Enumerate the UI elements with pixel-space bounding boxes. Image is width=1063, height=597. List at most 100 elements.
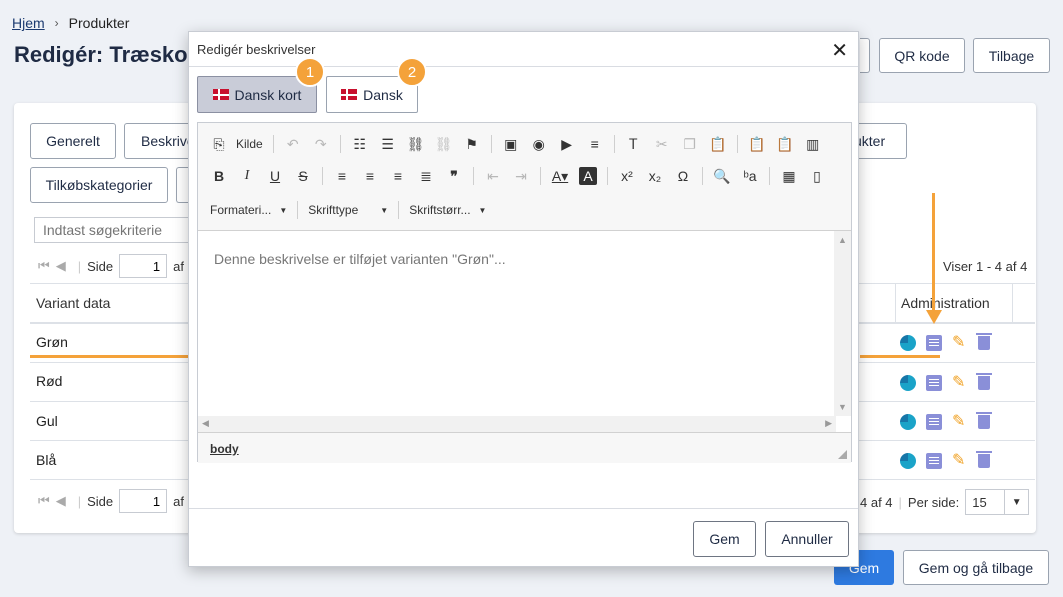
table-row-name: Gul [36, 413, 58, 429]
unlink-icon[interactable]: ⛓ [435, 135, 453, 153]
table-icon[interactable]: ▦ [780, 167, 798, 185]
cut-icon[interactable]: ✂ [653, 135, 671, 153]
lang-tab-label: Dansk [363, 86, 403, 103]
templates-icon[interactable]: ▥ [804, 135, 822, 153]
background-color-icon[interactable]: A [579, 167, 597, 185]
bulleted-list-icon[interactable]: ☰ [379, 135, 397, 153]
justify-icon[interactable]: ≣ [417, 167, 435, 185]
stats-icon[interactable] [900, 453, 916, 469]
per-page-select[interactable]: 15 ▼ [965, 489, 1030, 515]
bottom-pager: ⏮ ◀ | Side af [38, 489, 184, 513]
superscript-icon[interactable]: x² [618, 167, 636, 185]
search-input[interactable] [34, 217, 194, 243]
horizontal-rule-icon[interactable]: ≡ [586, 135, 604, 153]
link-icon[interactable]: ⛓ [407, 135, 425, 153]
tab-hidden[interactable] [176, 167, 188, 203]
stats-icon[interactable] [900, 414, 916, 430]
editor-horizontal-scrollbar[interactable]: ◀ ▶ [198, 416, 836, 432]
scroll-right-icon[interactable]: ▶ [825, 418, 832, 429]
breadcrumb-current: Produkter [68, 15, 130, 31]
prev-page-icon[interactable]: ◀ [56, 258, 66, 274]
descriptions-icon[interactable] [926, 414, 942, 430]
youtube-icon[interactable]: ▶ [558, 135, 576, 153]
modal-save-button[interactable]: Gem [693, 521, 756, 557]
row-actions: ✎ [900, 451, 992, 469]
scroll-down-icon[interactable]: ▼ [834, 402, 851, 412]
scroll-up-icon[interactable]: ▲ [834, 235, 851, 245]
text-color-icon[interactable]: A▾ [551, 167, 569, 185]
descriptions-icon[interactable] [926, 375, 942, 391]
edit-pencil-icon[interactable]: ✎ [952, 375, 968, 391]
edit-pencil-icon[interactable]: ✎ [952, 453, 968, 469]
copy-icon[interactable]: ❐ [681, 135, 699, 153]
hidden-header-button[interactable] [860, 38, 870, 73]
align-right-icon[interactable]: ≡ [389, 167, 407, 185]
stats-icon[interactable] [900, 335, 916, 351]
first-page-icon[interactable]: ⏮ [38, 493, 50, 509]
qr-code-button[interactable]: QR kode [879, 38, 965, 73]
bottom-pager-right: 4 af 4 | Per side: 15 ▼ [860, 489, 1030, 515]
modal-cancel-button[interactable]: Annuller [765, 521, 849, 557]
flash-icon[interactable]: ◉ [530, 135, 548, 153]
source-button[interactable]: ⎘ Kilde [210, 135, 262, 153]
tab-general[interactable]: Generelt [30, 123, 116, 159]
image-icon[interactable]: ▣ [502, 135, 520, 153]
page-break-icon[interactable]: ▯ [808, 167, 826, 185]
align-center-icon[interactable]: ≡ [361, 167, 379, 185]
pager-of-label: af [173, 493, 184, 509]
subscript-icon[interactable]: x₂ [646, 167, 664, 185]
delete-trash-icon[interactable] [976, 333, 992, 350]
bottom-count: 4 af 4 [860, 494, 893, 510]
edit-pencil-icon[interactable]: ✎ [952, 414, 968, 430]
col-header-variant[interactable]: Variant data [36, 295, 110, 311]
close-icon[interactable]: ✕ [831, 38, 848, 63]
paste-word-icon[interactable]: 📋 [776, 135, 794, 153]
redo-icon[interactable]: ↷ [312, 135, 330, 153]
anchor-flag-icon[interactable]: ⚑ [463, 135, 481, 153]
indent-icon[interactable]: ⇥ [512, 167, 530, 185]
delete-trash-icon[interactable] [976, 373, 992, 390]
format-dropdown[interactable]: Formateri... ▼ [210, 203, 287, 217]
align-left-icon[interactable]: ≡ [333, 167, 351, 185]
descriptions-icon[interactable] [926, 453, 942, 469]
back-button[interactable]: Tilbage [973, 38, 1050, 73]
first-page-icon[interactable]: ⏮ [38, 258, 50, 274]
page-number-input[interactable] [119, 254, 168, 278]
editor-vertical-scrollbar[interactable]: ▲ ▼ [834, 231, 851, 416]
undo-icon[interactable]: ↶ [284, 135, 302, 153]
font-dropdown[interactable]: Skrifttype ▼ [308, 203, 388, 217]
save-and-back-button[interactable]: Gem og gå tilbage [903, 550, 1049, 585]
paste-icon[interactable]: 📋 [709, 135, 727, 153]
element-path-body[interactable]: body [210, 442, 239, 456]
editor-content[interactable]: Denne beskrivelse er tilføjet varianten … [198, 231, 836, 416]
size-dropdown[interactable]: Skriftstørr... ▼ [409, 203, 486, 217]
delete-trash-icon[interactable] [976, 451, 992, 468]
page-number-input[interactable] [119, 489, 168, 513]
descriptions-icon[interactable] [926, 335, 942, 351]
blockquote-icon[interactable]: ❞ [445, 167, 463, 185]
bold-icon[interactable]: B [210, 167, 228, 185]
scroll-left-icon[interactable]: ◀ [202, 418, 209, 429]
prev-page-icon[interactable]: ◀ [56, 493, 66, 509]
stats-icon[interactable] [900, 375, 916, 391]
special-char-omega-icon[interactable]: Ω [674, 167, 692, 185]
highlight-underline-right [860, 355, 940, 358]
replace-icon[interactable]: ᵇa [741, 167, 759, 185]
paste-text-icon[interactable]: 📋 [748, 135, 766, 153]
numbered-list-icon[interactable]: ☷ [351, 135, 369, 153]
resize-handle-icon[interactable] [838, 450, 847, 459]
find-search-icon[interactable]: 🔍 [713, 167, 731, 185]
italic-icon[interactable]: I [238, 167, 256, 185]
outdent-icon[interactable]: ⇤ [484, 167, 502, 185]
underline-icon[interactable]: U [266, 167, 284, 185]
delete-trash-icon[interactable] [976, 412, 992, 429]
remove-format-icon[interactable]: Ꭲ [625, 135, 643, 153]
step-badge: 1 [295, 57, 325, 87]
breadcrumb-home-link[interactable]: Hjem [12, 15, 45, 31]
tab-addon-categories[interactable]: Tilkøbskategorier [30, 167, 168, 203]
edit-pencil-icon[interactable]: ✎ [952, 335, 968, 351]
caret-down-icon: ▼ [380, 205, 389, 215]
table-row-name: Blå [36, 452, 57, 468]
tab-descriptions[interactable]: Beskrive [124, 123, 195, 159]
strikethrough-icon[interactable]: S [294, 167, 312, 185]
